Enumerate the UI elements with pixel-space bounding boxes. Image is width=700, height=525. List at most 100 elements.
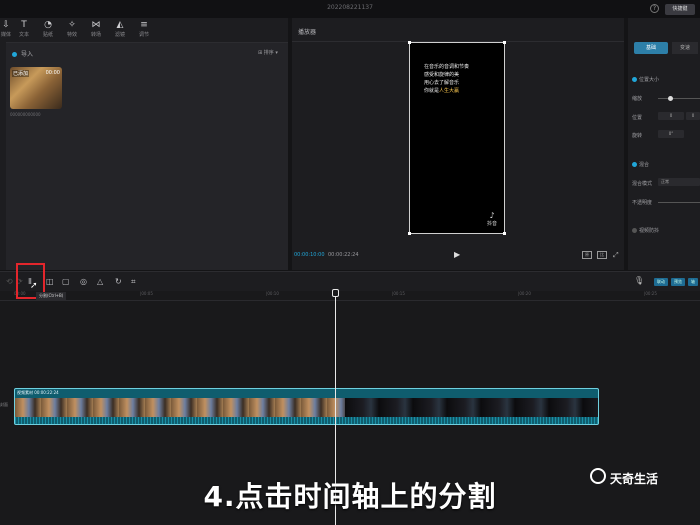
playhead-handle[interactable] xyxy=(332,289,339,297)
shortcut-button[interactable]: 快捷键 xyxy=(665,4,695,15)
player-controls: 00:00:10:00 00:00:22:24 ▶ 原 比 ⤢ xyxy=(292,248,624,264)
resize-handle[interactable] xyxy=(408,232,411,235)
reverse-icon[interactable]: ◎ xyxy=(80,277,87,286)
clip-duration: 00:00 xyxy=(45,70,60,76)
tiktok-icon: ♪ xyxy=(489,211,495,220)
fullscreen-icon[interactable]: ⤢ xyxy=(613,251,619,260)
freeze-icon[interactable]: ▢ xyxy=(62,277,70,286)
clip-header: 视频素材 00:00:22:24 xyxy=(17,390,59,395)
player-header: 播放器 xyxy=(292,18,624,42)
microphone-icon[interactable]: 🎙 xyxy=(634,276,644,285)
caption-line: 用心去了解音乐 xyxy=(424,80,460,86)
sort-label: 排序 xyxy=(263,50,274,56)
scale-slider[interactable] xyxy=(658,96,700,101)
tool-label: 特效 xyxy=(66,32,77,38)
window-title: 202208221137 xyxy=(327,4,373,11)
link-toggle[interactable]: 联动 xyxy=(654,278,668,286)
resize-handle[interactable] xyxy=(408,41,411,44)
clip-frames-dark xyxy=(345,398,598,417)
preview-toggle[interactable]: 预览 xyxy=(671,278,685,286)
slider-knob[interactable] xyxy=(668,96,673,101)
mirror-icon[interactable]: △ xyxy=(97,277,103,286)
axis-toggle[interactable]: 轴 xyxy=(688,278,698,286)
mouse-cursor-icon: ➚ xyxy=(30,281,38,291)
transition-icon: ⋈ xyxy=(91,20,101,30)
toggle-icon xyxy=(632,162,637,167)
sort-button[interactable]: ⊞ 排序 ▾ xyxy=(258,49,278,56)
mode-label: 混合模式 xyxy=(632,181,653,187)
stabilize-section[interactable]: 视频防抖 xyxy=(632,227,659,234)
resize-handle[interactable] xyxy=(503,41,506,44)
import-row[interactable]: 导入 xyxy=(12,49,33,58)
media-library: 导入 ⊞ 排序 ▾ 已添加 00:00 000000000000 xyxy=(6,42,288,270)
aspect-ratio-button[interactable]: 比 xyxy=(597,251,607,259)
tool-adjust[interactable]: ≡ 调节 xyxy=(132,20,156,40)
brand-logo-icon xyxy=(590,468,606,484)
resize-handle[interactable] xyxy=(503,232,506,235)
opacity-slider[interactable] xyxy=(658,202,700,203)
total-time: 00:00:22:24 xyxy=(328,252,359,258)
player-panel: 播放器 在音乐的音调和节奏 感受和旋律的美 用心去了解音乐 你就是人生大赢 ♪ 抖… xyxy=(292,18,624,270)
current-time: 00:00:10:00 xyxy=(294,252,325,258)
adjust-icon: ≡ xyxy=(140,20,148,30)
text-icon: T xyxy=(21,20,27,30)
audio-waveform xyxy=(15,417,598,424)
tool-label: 滤镜 xyxy=(114,32,125,38)
ruler-label: |00:05 xyxy=(140,291,153,296)
position-x-input[interactable]: 0 xyxy=(658,112,684,120)
caption-highlight: 人生大赢 xyxy=(439,88,460,94)
original-ratio-button[interactable]: 原 xyxy=(582,251,592,259)
delete-icon[interactable]: ◫ xyxy=(46,277,54,286)
player-title: 播放器 xyxy=(298,29,317,36)
rotate-icon[interactable]: ↻ xyxy=(115,277,122,286)
help-icon[interactable]: ? xyxy=(650,4,659,13)
split-tooltip: 分割(Ctrl+B) xyxy=(36,292,67,300)
media-clip-thumbnail[interactable]: 已添加 00:00 xyxy=(10,67,62,109)
undo-icon[interactable]: ⟲ xyxy=(6,277,13,286)
toggle-icon xyxy=(632,77,637,82)
tab-basic[interactable]: 基础 xyxy=(634,42,668,54)
tool-label: 转场 xyxy=(90,32,101,38)
title-bar: 202208221137 ? 快捷键 xyxy=(0,0,700,18)
caption-text: 你就是 xyxy=(424,88,440,94)
tool-filter[interactable]: ◭ 滤镜 xyxy=(108,20,132,40)
blend-section[interactable]: 混合 xyxy=(632,161,649,168)
brand-watermark: 天奇生活 xyxy=(610,472,659,486)
tool-effects[interactable]: ✧ 特效 xyxy=(60,20,84,40)
pos-label: 位置 xyxy=(632,115,643,121)
effects-icon: ✧ xyxy=(68,20,76,30)
scale-label: 缩放 xyxy=(632,96,643,102)
ruler-label: |00:20 xyxy=(518,291,531,296)
time-ruler[interactable]: 00:00 |00:05 |00:10 |00:15 |00:20 |00:25 xyxy=(0,291,700,301)
toggle-icon xyxy=(632,228,637,233)
rotate-input[interactable]: 0° xyxy=(658,130,684,138)
section-label: 视频防抖 xyxy=(639,228,660,234)
tool-text[interactable]: T 文本 xyxy=(12,20,36,40)
ruler-label: |00:25 xyxy=(644,291,657,296)
play-icon[interactable]: ▶ xyxy=(454,250,460,259)
filter-icon: ◭ xyxy=(116,20,124,30)
media-panel: ⇩ 媒体 T 文本 ◔ 贴纸 ✧ 特效 ⋈ 转场 ◭ 滤镜 ≡ 调节 导入 ⊞ 排序 ▾ 已添… xyxy=(0,18,288,270)
timeline-toolbar: ⟲ ⟳ Ⅱ ◫ ▢ ◎ △ ↻ ⌗ 🎙 联动 预览 轴 xyxy=(0,271,700,291)
ruler-label: |00:10 xyxy=(266,291,279,296)
tool-label: 贴纸 xyxy=(42,32,53,38)
position-y-input[interactable]: 0 xyxy=(686,112,700,120)
tiktok-logo: ♪ 抖音 xyxy=(482,211,502,227)
rotate-label: 旋转 xyxy=(632,133,643,139)
media-toolbar: ⇩ 媒体 T 文本 ◔ 贴纸 ✧ 特效 ⋈ 转场 ◭ 滤镜 ≡ 调节 xyxy=(0,18,288,42)
clip-frames xyxy=(15,398,345,417)
blend-mode-select[interactable]: 正常 xyxy=(658,178,700,186)
section-label: 位置大小 xyxy=(639,77,660,83)
tool-sticker[interactable]: ◔ 贴纸 xyxy=(36,20,60,40)
crop-icon[interactable]: ⌗ xyxy=(131,277,136,287)
tiktok-label: 抖音 xyxy=(486,221,497,227)
tool-label: 文本 xyxy=(18,32,29,38)
caption-line: 在音乐的音调和节奏 xyxy=(424,64,470,70)
position-section[interactable]: 位置大小 xyxy=(632,76,659,83)
preview-caption: 在音乐的音调和节奏 感受和旋律的美 用心去了解音乐 你就是人生大赢 xyxy=(424,63,500,95)
preview-canvas[interactable]: 在音乐的音调和节奏 感受和旋律的美 用心去了解音乐 你就是人生大赢 ♪ 抖音 xyxy=(408,41,506,235)
track-cover-label[interactable]: 封面 xyxy=(0,402,8,408)
tool-transition[interactable]: ⋈ 转场 xyxy=(84,20,108,40)
tab-speed[interactable]: 变速 xyxy=(672,42,698,54)
timeline-video-clip[interactable]: 视频素材 00:00:22:24 xyxy=(14,388,599,425)
